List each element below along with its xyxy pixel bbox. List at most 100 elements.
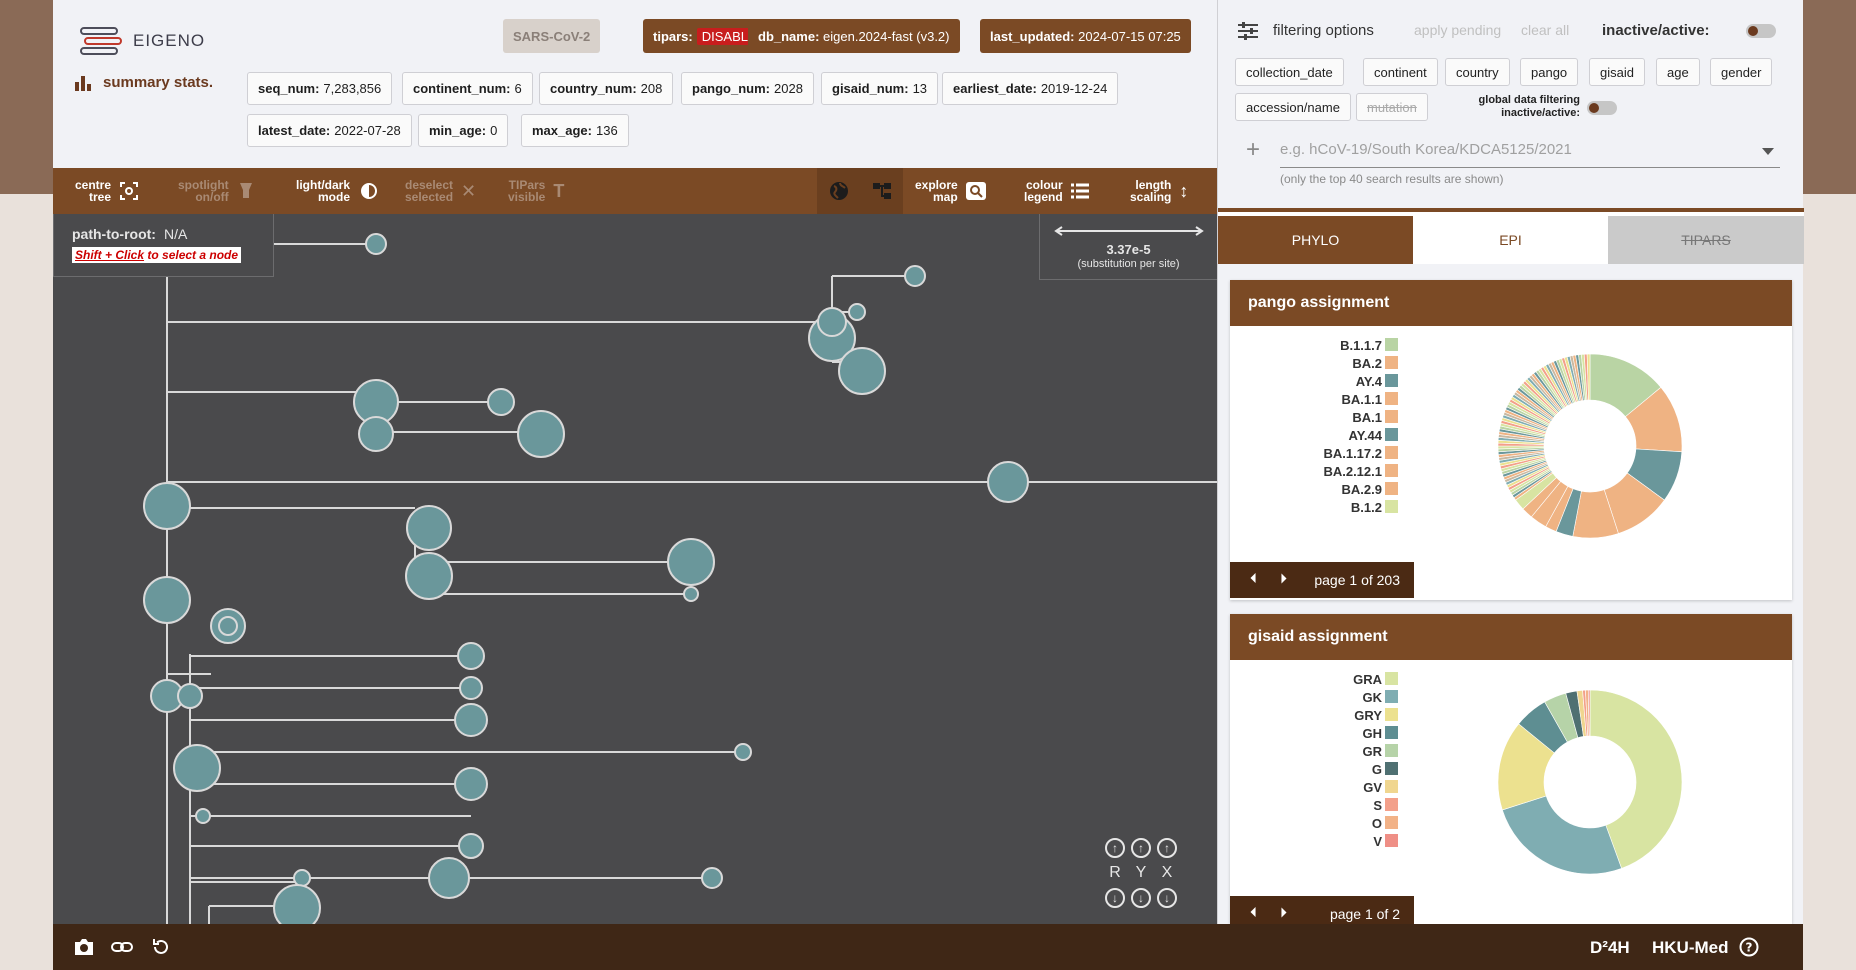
scale-unit: (substitution per site) bbox=[1077, 258, 1180, 270]
chevron-left-icon[interactable]: ⏴ bbox=[1250, 904, 1257, 921]
global-filter-toggle[interactable] bbox=[1587, 101, 1617, 115]
spotlight-toggle[interactable]: spotlight on/off bbox=[178, 168, 255, 214]
tab-tipars[interactable]: TIPARS bbox=[1608, 216, 1804, 264]
tipars-visible-toggle[interactable]: TIPars visible T bbox=[508, 168, 564, 214]
clear-all-button[interactable]: clear all bbox=[1521, 22, 1569, 38]
colour-legend-button[interactable]: colour legend bbox=[1024, 168, 1089, 214]
list-icon bbox=[1070, 183, 1089, 199]
spotlight-icon bbox=[239, 183, 252, 198]
pango-donut-chart[interactable] bbox=[1490, 346, 1690, 546]
tab-phylo[interactable]: PHYLO bbox=[1218, 216, 1413, 264]
apply-pending-button[interactable]: apply pending bbox=[1414, 22, 1501, 38]
branch-scale-legend: 3.37e-5 (substitution per site) bbox=[1039, 214, 1217, 280]
legend-item[interactable]: GK bbox=[1363, 688, 1383, 706]
brightness-icon bbox=[361, 183, 378, 199]
legend-item[interactable]: S bbox=[1373, 796, 1382, 814]
legend-swatch bbox=[1385, 726, 1398, 739]
legend-item[interactable]: BA.2.9 bbox=[1342, 480, 1382, 498]
search-placeholder: e.g. hCoV-19/South Korea/KDCA5125/2021 bbox=[1280, 141, 1572, 158]
legend-swatch bbox=[1385, 482, 1398, 495]
globe-icon[interactable] bbox=[828, 180, 850, 202]
stat-value: 13 bbox=[912, 81, 928, 96]
legend-item[interactable]: V bbox=[1373, 832, 1382, 850]
chip-age[interactable]: age bbox=[1656, 58, 1700, 86]
gisaid-pager: ⏴ ⏵ page 1 of 2 bbox=[1230, 896, 1414, 924]
chip-accession-name[interactable]: accession/name bbox=[1235, 93, 1351, 121]
help-icon[interactable]: ? bbox=[1739, 937, 1759, 957]
d24h-logo[interactable]: D²4H bbox=[1590, 938, 1630, 958]
link-icon[interactable] bbox=[111, 939, 133, 955]
chip-continent[interactable]: continent bbox=[1363, 58, 1438, 86]
tree-view-icon[interactable] bbox=[871, 180, 893, 202]
stat-earliest-date: earliest_date: 2019-12-24 bbox=[942, 72, 1119, 105]
length-scaling-button[interactable]: length scaling ↕ bbox=[1130, 168, 1188, 214]
arrow-up-icon[interactable]: ↑ bbox=[1105, 838, 1125, 858]
stat-value: 0 bbox=[490, 123, 498, 138]
chip-gisaid[interactable]: gisaid bbox=[1589, 58, 1645, 86]
legend-item[interactable]: BA.1.17.2 bbox=[1323, 444, 1382, 462]
legend-item[interactable]: BA.2 bbox=[1352, 354, 1382, 372]
chevron-right-icon[interactable]: ⏵ bbox=[1280, 904, 1287, 921]
legend-item[interactable]: GV bbox=[1363, 778, 1382, 796]
legend-item[interactable]: GR bbox=[1363, 742, 1383, 760]
legend-item[interactable]: B.1.2 bbox=[1351, 498, 1382, 516]
logo: EIGENO bbox=[79, 26, 205, 56]
filter-active-toggle[interactable] bbox=[1746, 24, 1776, 38]
arrow-up-icon[interactable]: ↑ bbox=[1157, 838, 1177, 858]
virus-badge: SARS-CoV-2 bbox=[503, 19, 601, 53]
selection-hint: Shift + Click to select a node bbox=[72, 247, 242, 263]
legend-swatch bbox=[1385, 798, 1398, 811]
arrow-down-icon[interactable]: ↓ bbox=[1131, 888, 1151, 908]
light-dark-toggle[interactable]: light/dark mode bbox=[296, 168, 380, 214]
donut-slice[interactable] bbox=[1501, 795, 1622, 875]
plus-icon[interactable]: + bbox=[1246, 138, 1260, 162]
chip-mutation[interactable]: mutation bbox=[1356, 93, 1428, 121]
legend-item[interactable]: B.1.1.7 bbox=[1340, 336, 1382, 354]
arrow-up-icon[interactable]: ↑ bbox=[1131, 838, 1151, 858]
gisaid-donut-chart[interactable] bbox=[1490, 682, 1690, 882]
right-panel: filtering options apply pending clear al… bbox=[1217, 0, 1804, 924]
legend-swatch bbox=[1385, 410, 1398, 423]
search-hint: (only the top 40 search results are show… bbox=[1280, 172, 1504, 186]
legend-item[interactable]: AY.4 bbox=[1356, 372, 1382, 390]
phylo-tree-svg[interactable] bbox=[53, 214, 1217, 924]
hku-med-logo[interactable]: HKU-Med bbox=[1652, 938, 1729, 958]
stat-continent-num: continent_num: 6 bbox=[402, 72, 533, 105]
legend-item[interactable]: GRY bbox=[1354, 706, 1382, 724]
legend-item[interactable]: GH bbox=[1363, 724, 1383, 742]
phylo-tree-canvas[interactable]: path-to-root: N/A Shift + Click to select… bbox=[53, 214, 1217, 924]
legend-item[interactable]: AY.44 bbox=[1349, 426, 1383, 444]
legend-item[interactable]: BA.2.12.1 bbox=[1323, 462, 1382, 480]
explore-map-button[interactable]: explore map bbox=[915, 168, 986, 214]
chip-gender[interactable]: gender bbox=[1710, 58, 1773, 86]
chevron-down-icon[interactable] bbox=[1762, 148, 1774, 155]
stat-label: min_age: bbox=[429, 123, 487, 138]
centre-tree-button[interactable]: centre tree bbox=[75, 168, 139, 214]
legend-item[interactable]: O bbox=[1372, 814, 1382, 832]
legend-item[interactable]: GRA bbox=[1353, 670, 1382, 688]
axis-label: X bbox=[1161, 864, 1173, 881]
sequence-search-input[interactable]: e.g. hCoV-19/South Korea/KDCA5125/2021 bbox=[1280, 132, 1780, 168]
chip-country[interactable]: country bbox=[1445, 58, 1510, 86]
summary-stats-button[interactable]: summary stats. bbox=[75, 74, 213, 91]
stat-label: gisaid_num: bbox=[832, 81, 909, 96]
legend-item[interactable]: BA.1.1 bbox=[1342, 390, 1382, 408]
stat-label: pango_num: bbox=[692, 81, 770, 96]
global-filter-label: global data filtering inactive/active: bbox=[1478, 94, 1580, 119]
stat-label: max_age: bbox=[532, 123, 592, 138]
chevron-left-icon[interactable]: ⏴ bbox=[1250, 570, 1257, 587]
filter-title: filtering options bbox=[1273, 22, 1374, 39]
camera-icon[interactable] bbox=[73, 937, 95, 957]
stat-pango-num: pango_num: 2028 bbox=[681, 72, 814, 105]
reset-icon[interactable] bbox=[151, 937, 171, 957]
bar-chart-icon bbox=[75, 75, 91, 91]
legend-item[interactable]: G bbox=[1372, 760, 1382, 778]
chevron-right-icon[interactable]: ⏵ bbox=[1280, 570, 1287, 587]
deselect-button[interactable]: deselect selected ✕ bbox=[405, 168, 476, 214]
chip-pango[interactable]: pango bbox=[1520, 58, 1579, 86]
arrow-down-icon[interactable]: ↓ bbox=[1105, 888, 1125, 908]
tab-epi[interactable]: EPI bbox=[1413, 216, 1608, 264]
legend-item[interactable]: BA.1 bbox=[1352, 408, 1382, 426]
arrow-down-icon[interactable]: ↓ bbox=[1157, 888, 1177, 908]
chip-collection-date[interactable]: collection_date bbox=[1235, 58, 1344, 86]
